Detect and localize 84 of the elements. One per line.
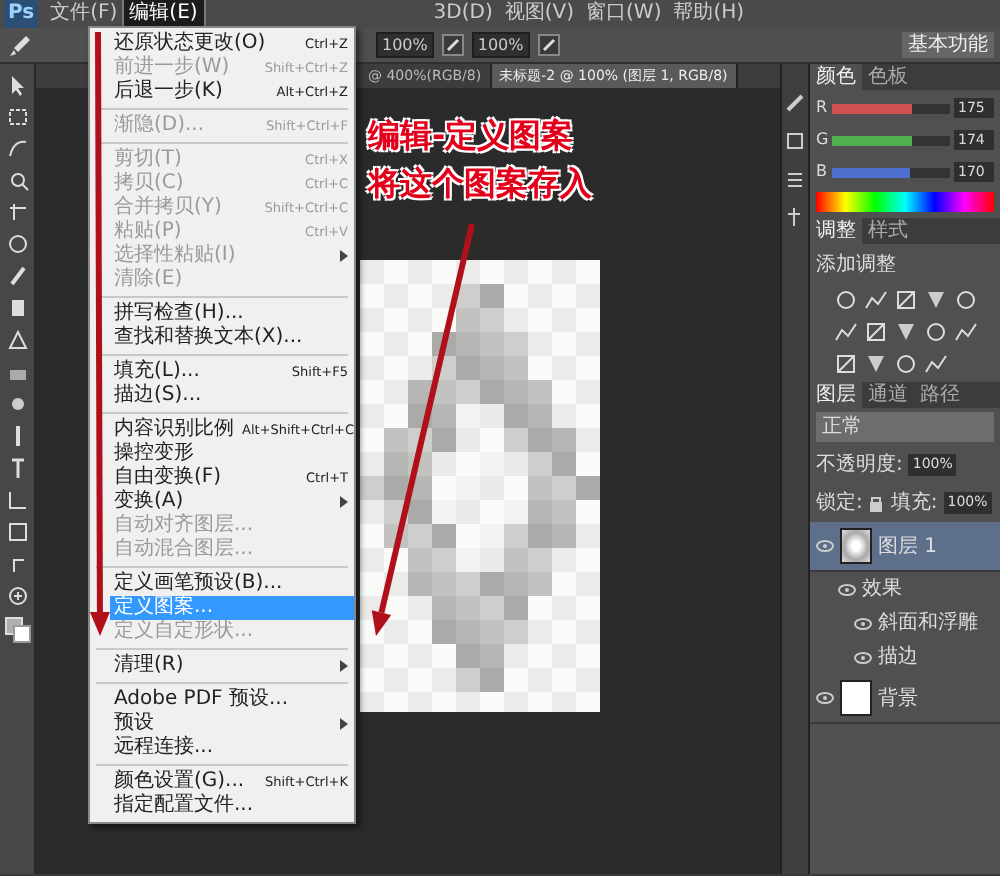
- menu-item[interactable]: 3D(D): [427, 0, 499, 28]
- menu-item[interactable]: 指定配置文件...: [110, 794, 354, 818]
- visibility-icon[interactable]: [816, 692, 834, 704]
- menu-item[interactable]: 清理(R): [110, 654, 354, 678]
- crop-icon[interactable]: [5, 200, 29, 224]
- adjustment-icon[interactable]: [863, 352, 887, 376]
- magnifier-icon[interactable]: [5, 168, 29, 192]
- rectangle-icon[interactable]: [5, 520, 29, 544]
- marquee-icon[interactable]: [5, 104, 29, 128]
- annotation-text: 将这个图案存入: [368, 162, 592, 206]
- panel-icon[interactable]: [784, 206, 806, 228]
- adjustment-icon[interactable]: [833, 288, 857, 312]
- lasso-icon[interactable]: [5, 136, 29, 160]
- visibility-icon[interactable]: [816, 540, 834, 552]
- layer-thumbnail: [840, 528, 872, 564]
- panel-tab[interactable]: 通道: [862, 382, 914, 408]
- layer-row[interactable]: 图层 1: [810, 522, 1000, 572]
- visibility-icon[interactable]: [854, 651, 872, 663]
- panel-icon[interactable]: [784, 92, 806, 114]
- panel-tab[interactable]: 调整: [810, 218, 862, 244]
- menu-item[interactable]: 操控变形: [110, 442, 354, 466]
- menu-item[interactable]: 文件(F): [44, 0, 124, 28]
- menu-item[interactable]: 预设: [110, 712, 354, 736]
- menu-item[interactable]: 窗口(W): [580, 0, 668, 28]
- panel-icon[interactable]: [784, 130, 806, 152]
- menu-item[interactable]: 定义画笔预设(B)...: [110, 572, 354, 596]
- adjustment-icon[interactable]: [893, 320, 917, 344]
- adjustment-icon[interactable]: [863, 288, 887, 312]
- slider-track[interactable]: [832, 135, 950, 145]
- menu-item[interactable]: 变换(A): [110, 490, 354, 514]
- menu-item[interactable]: 远程连接...: [110, 736, 354, 760]
- visibility-icon[interactable]: [854, 617, 872, 629]
- menu-item[interactable]: 描边(S)...: [110, 384, 354, 408]
- menu-item[interactable]: 视图(V): [498, 0, 581, 28]
- menu-item[interactable]: Adobe PDF 预设...: [110, 688, 354, 712]
- app-logo: Ps: [4, 0, 39, 28]
- panel-tab[interactable]: 图层: [810, 382, 862, 408]
- opacity-field[interactable]: 100%: [376, 32, 434, 58]
- adjustment-icon[interactable]: [923, 288, 947, 312]
- channel-label: R: [816, 96, 828, 120]
- circle-icon[interactable]: [5, 232, 29, 256]
- opacity-label: 不透明度:: [816, 451, 903, 480]
- layer-name: 图层 1: [878, 533, 938, 561]
- annotation-text: 编辑-定义图案: [368, 114, 576, 158]
- adjustment-icon[interactable]: [953, 320, 977, 344]
- channel-label: B: [816, 160, 827, 184]
- zoom-icon[interactable]: [5, 584, 29, 608]
- menu-item[interactable]: 查找和替换文本(X)...: [110, 326, 354, 350]
- panel-title: 添加调整: [816, 251, 898, 280]
- opacity-field[interactable]: 100%: [471, 32, 530, 58]
- color-spectrum[interactable]: [816, 192, 994, 212]
- panel-tab[interactable]: 样式: [862, 218, 914, 244]
- lock-label: 锁定:: [816, 489, 863, 518]
- workspace-dropdown[interactable]: 基本功能: [902, 32, 994, 58]
- adjustment-icon[interactable]: [833, 320, 857, 344]
- adjustment-icon[interactable]: [893, 288, 917, 312]
- fill-label: 填充:: [890, 489, 938, 518]
- layer-thumbnail: [840, 680, 872, 716]
- color-swatches-icon[interactable]: [3, 616, 31, 644]
- effect-label: 效果: [862, 576, 902, 604]
- blend-mode-select[interactable]: 正常: [816, 412, 994, 442]
- layer-name: 背景: [878, 685, 918, 713]
- channel-label: G: [816, 128, 829, 152]
- effect-label: 斜面和浮雕: [878, 609, 978, 638]
- panel-icon[interactable]: [784, 168, 806, 190]
- menu-item[interactable]: 编辑(E): [123, 0, 204, 28]
- adjustment-icon[interactable]: [833, 352, 857, 376]
- panel-tab[interactable]: 路径: [914, 382, 966, 408]
- triangle-icon[interactable]: [5, 328, 29, 352]
- adjustment-icon[interactable]: [953, 288, 977, 312]
- adjustment-icon[interactable]: [893, 352, 917, 376]
- adjustment-icon[interactable]: [923, 320, 947, 344]
- adjustment-icon[interactable]: [923, 352, 947, 376]
- lock-icon[interactable]: [868, 494, 885, 512]
- menu-item[interactable]: 拼写检查(H)...: [110, 302, 354, 326]
- visibility-icon[interactable]: [838, 583, 856, 595]
- layer-row[interactable]: 背景: [810, 674, 1000, 724]
- adjustment-icon[interactable]: [863, 320, 887, 344]
- slider-track[interactable]: [831, 103, 950, 113]
- panel-tab[interactable]: 色板: [862, 64, 914, 90]
- effect-label: 描边: [878, 643, 918, 672]
- slider-track[interactable]: [831, 167, 950, 177]
- panel-tab[interactable]: 颜色: [810, 64, 862, 90]
- menu-item[interactable]: 帮助(H): [667, 0, 751, 28]
